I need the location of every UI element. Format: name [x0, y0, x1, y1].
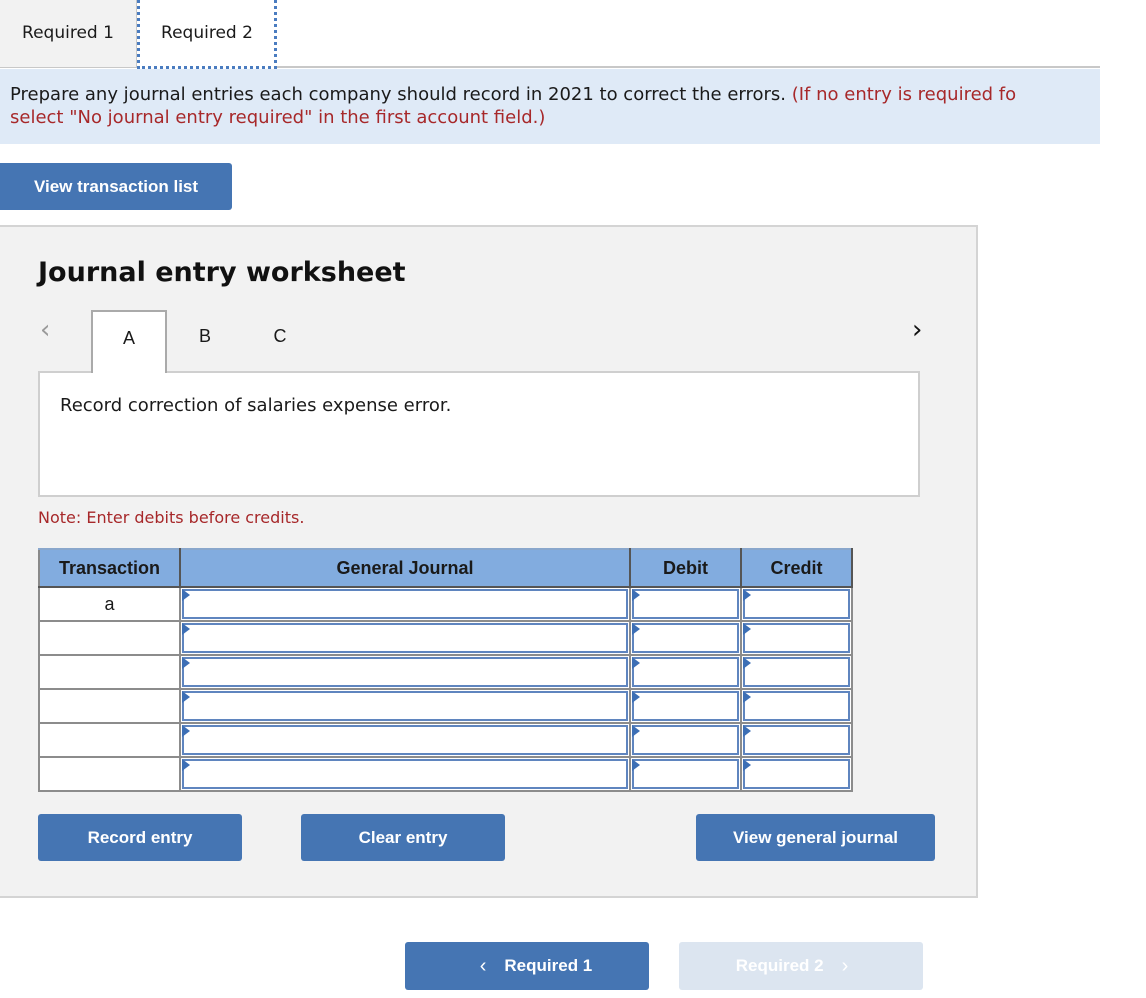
instructions-text: Prepare any journal entries each company… — [10, 84, 792, 105]
table-row — [38, 654, 853, 690]
debit-cell — [629, 722, 742, 758]
chevron-right-icon: › — [841, 954, 849, 977]
table-row: a — [38, 586, 853, 622]
chevron-left-icon: ‹ — [479, 954, 487, 977]
debit-input[interactable] — [632, 589, 739, 619]
table-header-row: Transaction General Journal Debit Credit — [38, 548, 853, 588]
record-entry-button[interactable]: Record entry — [38, 814, 242, 861]
account-select[interactable] — [182, 589, 628, 619]
worksheet-title: Journal entry worksheet — [38, 257, 406, 288]
debit-cell — [629, 688, 742, 724]
debit-input[interactable] — [632, 657, 739, 687]
instructions-hint-continued: select "No journal entry required" in th… — [10, 107, 546, 128]
debit-cell — [629, 620, 742, 656]
journal-table: Transaction General Journal Debit Credit… — [38, 548, 853, 792]
account-select[interactable] — [182, 725, 628, 755]
journal-entry-worksheet: Journal entry worksheet ‹ A B C › Record… — [0, 225, 978, 898]
credit-input[interactable] — [743, 691, 850, 721]
prev-required-button[interactable]: ‹ Required 1 — [405, 942, 649, 990]
chevron-right-icon[interactable]: › — [912, 315, 922, 345]
view-general-journal-button[interactable]: View general journal — [696, 814, 935, 861]
view-transaction-list-button[interactable]: View transaction list — [0, 163, 232, 210]
worksheet-tab-c[interactable]: C — [255, 310, 305, 372]
instructions-hint: (If no entry is required fo — [791, 84, 1017, 105]
description-text: Record correction of salaries expense er… — [60, 395, 452, 416]
credit-input[interactable] — [743, 759, 850, 789]
account-cell — [179, 620, 631, 656]
credit-cell — [740, 654, 853, 690]
account-cell — [179, 756, 631, 792]
table-row — [38, 756, 853, 792]
credit-cell — [740, 722, 853, 758]
debit-cell — [629, 586, 742, 622]
table-row — [38, 688, 853, 724]
transaction-description: Record correction of salaries expense er… — [38, 371, 920, 497]
header-debit: Debit — [629, 548, 742, 588]
debit-input[interactable] — [632, 623, 739, 653]
debit-input[interactable] — [632, 691, 739, 721]
next-required-button: Required 2 › — [679, 942, 923, 990]
account-cell — [179, 688, 631, 724]
chevron-left-icon[interactable]: ‹ — [40, 315, 50, 345]
transaction-cell — [38, 756, 181, 792]
account-cell — [179, 722, 631, 758]
table-row — [38, 620, 853, 656]
instructions-banner: Prepare any journal entries each company… — [0, 69, 1100, 144]
account-select[interactable] — [182, 691, 628, 721]
note-text: Note: Enter debits before credits. — [38, 508, 305, 527]
transaction-cell — [38, 688, 181, 724]
header-general-journal: General Journal — [179, 548, 631, 588]
credit-input[interactable] — [743, 589, 850, 619]
table-row — [38, 722, 853, 758]
transaction-cell — [38, 620, 181, 656]
tab-required-2[interactable]: Required 2 — [137, 0, 277, 69]
account-select[interactable] — [182, 759, 628, 789]
debit-input[interactable] — [632, 725, 739, 755]
top-tab-bar: Required 1 Required 2 — [0, 0, 1100, 69]
tab-required-1[interactable]: Required 1 — [0, 0, 137, 67]
credit-input[interactable] — [743, 657, 850, 687]
debit-input[interactable] — [632, 759, 739, 789]
next-required-label: Required 2 — [735, 956, 824, 975]
credit-cell — [740, 756, 853, 792]
account-cell — [179, 654, 631, 690]
account-cell — [179, 586, 631, 622]
debit-cell — [629, 756, 742, 792]
transaction-cell — [38, 722, 181, 758]
debit-cell — [629, 654, 742, 690]
header-credit: Credit — [740, 548, 853, 588]
credit-cell — [740, 688, 853, 724]
credit-cell — [740, 586, 853, 622]
account-select[interactable] — [182, 623, 628, 653]
credit-input[interactable] — [743, 725, 850, 755]
transaction-cell: a — [38, 586, 181, 622]
credit-input[interactable] — [743, 623, 850, 653]
clear-entry-button[interactable]: Clear entry — [301, 814, 505, 861]
worksheet-tab-b[interactable]: B — [180, 310, 230, 372]
transaction-cell — [38, 654, 181, 690]
account-select[interactable] — [182, 657, 628, 687]
prev-required-label: Required 1 — [504, 956, 593, 975]
credit-cell — [740, 620, 853, 656]
worksheet-tab-a[interactable]: A — [91, 310, 167, 373]
header-transaction: Transaction — [38, 548, 181, 588]
